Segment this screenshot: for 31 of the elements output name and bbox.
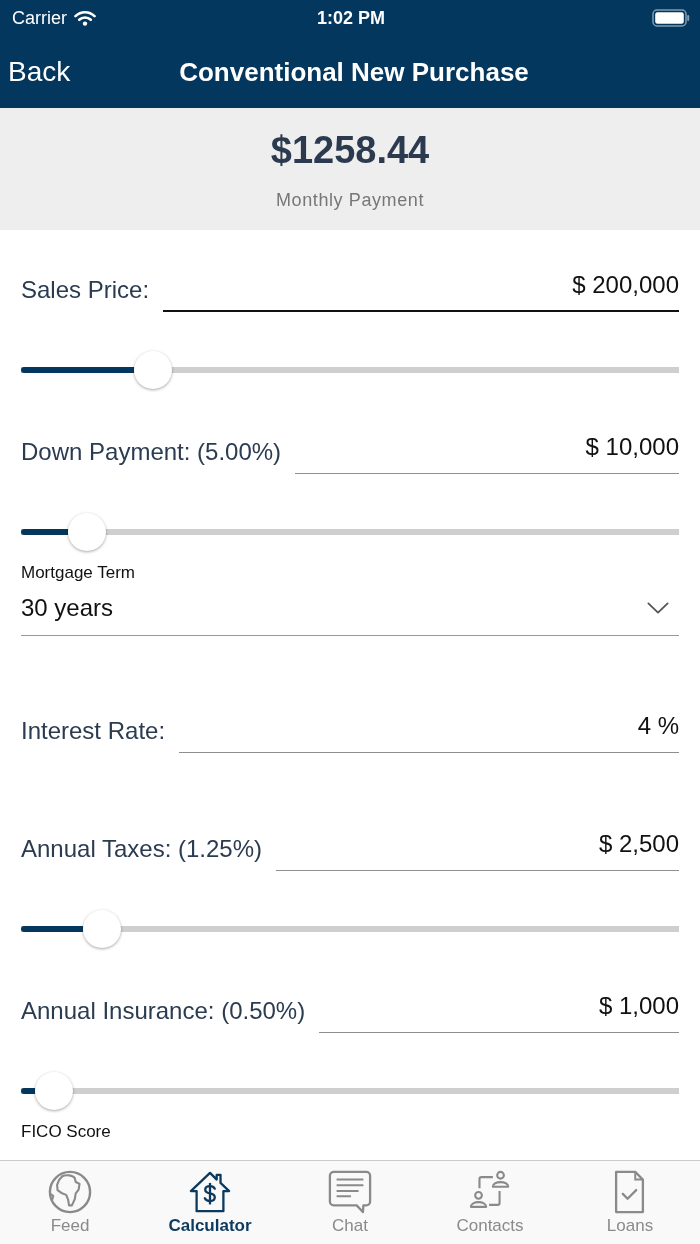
- back-button[interactable]: Back: [8, 56, 71, 88]
- tab-item[interactable]: Calculator: [168, 1161, 252, 1236]
- monthly-payment-label: Monthly Payment: [275, 189, 425, 211]
- field-label: Annual Taxes: (1.25%): [21, 835, 263, 863]
- chevron-down-icon: [647, 602, 669, 614]
- monthly-payment-amount: $1258.44: [270, 128, 430, 172]
- carrier-label: Carrier: [12, 7, 67, 29]
- field-label: Annual Insurance: (0.50%): [21, 997, 306, 1025]
- dropdown-field[interactable]: 30 years: [21, 594, 679, 636]
- house-dollar-icon: [188, 1170, 232, 1214]
- input-field[interactable]: $ 1,000: [319, 992, 679, 1033]
- battery-icon: [652, 9, 690, 27]
- slider-thumb[interactable]: [34, 1072, 73, 1110]
- chat-bubble-icon: [328, 1170, 372, 1214]
- field-label: Mortgage Term: [21, 563, 135, 583]
- globe-icon: [48, 1170, 92, 1214]
- field-label: Sales Price:: [21, 276, 150, 304]
- screen-title: Conventional New Purchase: [179, 56, 529, 88]
- field-label: Down Payment: (5.00%): [21, 438, 282, 466]
- input-field[interactable]: 4 %: [179, 712, 679, 753]
- field-label: FICO Score: [21, 1122, 111, 1142]
- input-field[interactable]: $ 200,000: [163, 270, 679, 312]
- slider-thumb[interactable]: [67, 513, 106, 551]
- field-label: Interest Rate:: [21, 717, 166, 745]
- slider-thumb[interactable]: [82, 910, 121, 948]
- slider-thumb[interactable]: [133, 351, 172, 389]
- status-time: 1:02 PM: [317, 7, 385, 29]
- wifi-icon: [74, 10, 96, 26]
- input-field[interactable]: $ 10,000: [295, 433, 679, 474]
- input-field[interactable]: $ 2,500: [276, 830, 679, 871]
- document-check-icon: [614, 1170, 646, 1214]
